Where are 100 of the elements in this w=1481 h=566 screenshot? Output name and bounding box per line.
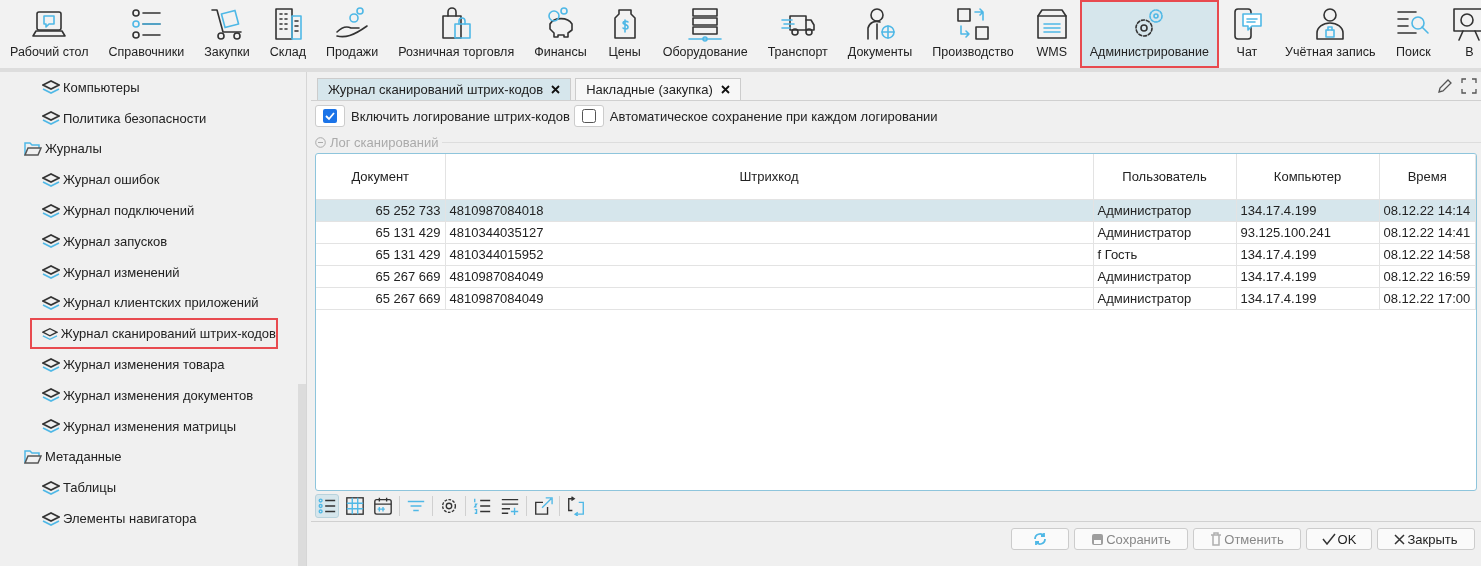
list-view-button[interactable] — [315, 494, 339, 518]
toolbar-button[interactable]: Справочники — [98, 0, 195, 68]
table-icon — [345, 496, 365, 516]
list-add-icon — [500, 496, 520, 516]
settings-icon — [439, 496, 459, 516]
section-title: Лог сканирований — [330, 134, 439, 150]
tree-item[interactable]: Журнал ошибок — [63, 170, 160, 190]
layers-icon — [42, 388, 60, 403]
list-view-icon — [317, 496, 337, 516]
toolbar-button[interactable]: Администрирование — [1079, 0, 1219, 68]
layers-icon — [42, 234, 60, 249]
scrollbar-thumb[interactable] — [298, 384, 306, 566]
table-cell: Администратор — [1093, 199, 1236, 222]
tree-item[interactable]: Журнал изменения матрицы — [63, 416, 237, 436]
table-cell: Администратор — [1093, 221, 1236, 244]
monitor-icon — [1451, 6, 1481, 42]
table-cell: 65 267 669 — [316, 287, 445, 310]
close-icon[interactable] — [720, 85, 730, 94]
layers-icon — [42, 265, 60, 280]
toolbar-button[interactable]: Поиск — [1385, 0, 1442, 68]
check-icon — [323, 109, 337, 123]
square-icon — [581, 109, 596, 123]
trash-icon — [1210, 532, 1223, 546]
table-cell: 134.17.4.199 — [1236, 287, 1379, 310]
pencil-icon[interactable] — [1437, 78, 1453, 94]
layers-icon — [42, 480, 60, 495]
ok-button[interactable]: OK — [1306, 528, 1372, 550]
checkbox[interactable] — [573, 105, 604, 127]
table-cell: 65 252 733 — [316, 199, 445, 222]
tree-folder[interactable]: Журналы — [45, 139, 102, 159]
tab[interactable]: Журнал сканирований штрих-кодов — [317, 78, 572, 100]
fullscreen-icon[interactable] — [1461, 78, 1477, 94]
toolbar-button[interactable]: WMS — [1023, 0, 1080, 68]
toolbar-button[interactable]: Финансы — [524, 0, 597, 68]
toolbar-button[interactable]: Закупки — [194, 0, 260, 68]
layers-icon — [42, 326, 58, 341]
toolbar-button[interactable]: Чат — [1218, 0, 1275, 68]
column-header[interactable]: Компьютер — [1236, 154, 1379, 200]
close-icon[interactable] — [551, 85, 561, 94]
table-cell: 4810344035127 — [445, 221, 1093, 244]
layers-icon — [42, 80, 60, 95]
column-header[interactable]: Пользователь — [1093, 154, 1236, 200]
tree-item[interactable]: Журнал подключений — [63, 201, 195, 221]
table-cell: 08.12.22 14:41 — [1379, 221, 1476, 244]
layers-icon — [42, 419, 60, 434]
tree-item[interactable]: Таблицы — [63, 478, 117, 498]
checkbox[interactable] — [315, 105, 345, 127]
table-cell: f Гость — [1093, 243, 1236, 266]
tree-item[interactable]: Журнал клиентских приложений — [63, 293, 259, 313]
layers-icon — [42, 357, 60, 372]
toolbar-button[interactable]: Продажи — [316, 0, 389, 68]
table-cell: 4810987084018 — [445, 199, 1093, 222]
check-icon — [1321, 533, 1336, 545]
layers-icon — [42, 295, 60, 310]
close-button[interactable]: Закрыть — [1377, 528, 1475, 550]
toolbar-button[interactable]: Склад — [259, 0, 316, 68]
tree-item[interactable]: Журнал сканирований штрих-кодов — [60, 324, 276, 344]
folder-icon — [24, 141, 42, 157]
tree-item[interactable]: Журнал изменений — [63, 262, 180, 282]
toolbar-button[interactable]: Транспорт — [757, 0, 838, 68]
toolbar-button[interactable]: Оборудование — [652, 0, 758, 68]
tree-item[interactable]: Журнал запусков — [63, 231, 168, 251]
checkbox-label: Автоматическое сохранение при каждом логировании — [609, 108, 938, 124]
table-cell: 134.17.4.199 — [1236, 265, 1379, 288]
tree-item[interactable]: Элементы навигатора — [63, 509, 197, 529]
close-icon — [1394, 533, 1406, 545]
table-cell: Администратор — [1093, 287, 1236, 310]
toolbar-button[interactable]: В — [1441, 0, 1481, 68]
column-header[interactable]: Документ — [316, 154, 445, 200]
layers-icon — [42, 203, 60, 218]
numbered-list-icon — [472, 496, 492, 516]
toolbar-button[interactable]: Документы — [837, 0, 923, 68]
table-view-button[interactable] — [343, 494, 367, 518]
tree-item[interactable]: Компьютеры — [63, 77, 140, 97]
toolbar-button[interactable]: Рабочий стол — [0, 0, 99, 68]
toolbar-button[interactable]: Цены — [596, 0, 653, 68]
table-cell: 93.125.100.241 — [1236, 221, 1379, 244]
tree-item[interactable]: Журнал изменения товара — [63, 355, 225, 375]
toolbar-button[interactable]: Производство — [922, 0, 1024, 68]
tree-item[interactable]: Журнал изменения документов — [63, 385, 254, 405]
toolbar-button[interactable]: Учётная запись — [1274, 0, 1386, 68]
column-header[interactable]: Время — [1379, 154, 1476, 200]
layers-icon — [42, 511, 60, 526]
external-link-icon — [533, 496, 553, 516]
table-cell: 65 131 429 — [316, 221, 445, 244]
column-header[interactable]: Штрихкод — [445, 154, 1093, 200]
toolbar-button[interactable]: Розничная торговля — [388, 0, 525, 68]
table-cell: 4810987084049 — [445, 265, 1093, 288]
squares-arrows-icon — [955, 6, 991, 42]
layers-icon — [42, 172, 60, 187]
table-cell: 65 267 669 — [316, 265, 445, 288]
tree-item[interactable]: Политика безопасности — [63, 108, 207, 128]
table-cell: 08.12.22 17:00 — [1379, 287, 1476, 310]
folder-icon — [24, 448, 42, 465]
calendar-icon — [373, 496, 393, 516]
table-cell: 08.12.22 16:59 — [1379, 265, 1476, 288]
tree-folder[interactable]: Метаданные — [45, 447, 122, 467]
tab[interactable]: Накладные (закупка) — [575, 78, 741, 100]
table-cell: 134.17.4.199 — [1236, 243, 1379, 266]
server-icon — [687, 6, 724, 42]
